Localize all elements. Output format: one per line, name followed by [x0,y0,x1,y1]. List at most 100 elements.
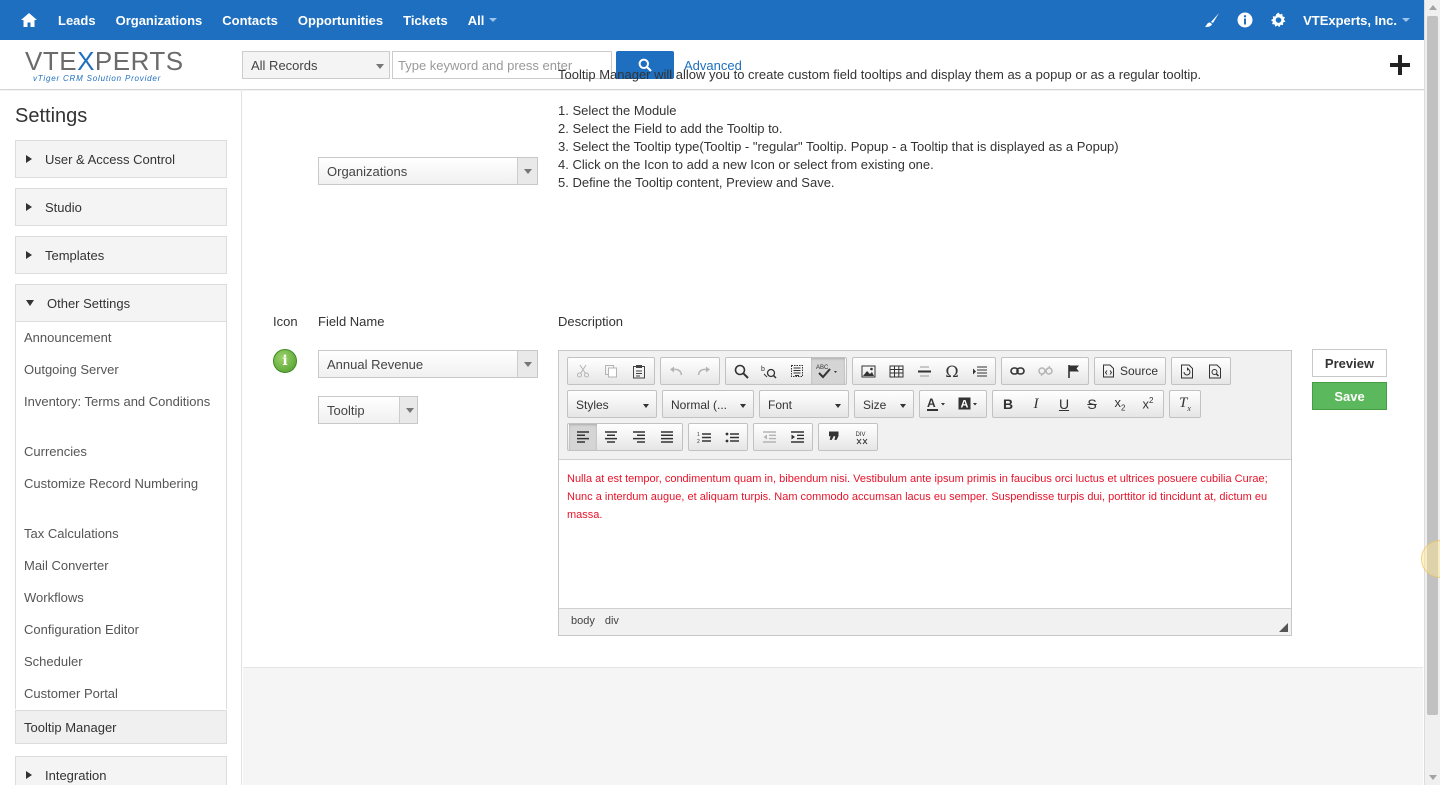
unlink-icon[interactable] [1031,358,1059,384]
chevron-down-icon [517,158,537,184]
description-editor: b ABC Ω Source Styles Normal (... Font S… [558,350,1292,636]
tooltip-type-select[interactable]: Tooltip [318,396,418,424]
sidebar-item-announcement[interactable]: Announcement [16,321,226,353]
sidebar-item-mail-converter[interactable]: Mail Converter [16,549,226,581]
gear-icon[interactable] [1267,9,1289,31]
align-right-icon[interactable] [625,424,653,450]
format-dropdown[interactable]: Normal (... [662,390,754,418]
caret-right-icon [26,251,32,259]
remove-format-icon[interactable]: Tx [1171,391,1199,417]
section-user-access-control[interactable]: User & Access Control [15,140,227,178]
format-label: Normal (... [671,398,728,412]
scroll-up-icon[interactable] [1429,5,1437,10]
blockquote-icon[interactable]: ❞ [820,424,848,452]
copy-icon[interactable] [597,358,625,384]
anchor-flag-icon[interactable] [1059,358,1087,384]
vertical-scrollbar[interactable] [1424,0,1440,785]
nav-all-menu[interactable]: All [468,13,498,28]
horizontal-line-icon[interactable] [910,358,938,384]
sidebar-item-inventory-terms[interactable]: Inventory: Terms and Conditions [16,385,226,435]
select-all-icon[interactable] [783,358,811,384]
size-dropdown[interactable]: Size [854,390,914,418]
indent-icon[interactable] [783,424,811,450]
sidebar-item-outgoing-server[interactable]: Outgoing Server [16,353,226,385]
underline-icon[interactable]: U [1050,391,1078,417]
replace-icon[interactable]: b [755,358,783,384]
paintbrush-icon[interactable] [1201,9,1223,31]
nav-tickets[interactable]: Tickets [403,13,448,28]
redo-icon[interactable] [690,358,718,384]
templates-icon[interactable] [1173,358,1201,384]
svg-text:2: 2 [697,439,700,444]
superscript-icon[interactable]: x2 [1134,391,1162,417]
background-color-icon[interactable]: A [953,391,985,417]
sidebar-item-scheduler[interactable]: Scheduler [16,645,226,677]
table-icon[interactable] [882,358,910,384]
resize-handle-icon[interactable] [1279,623,1288,632]
subscript-icon[interactable]: x2 [1106,391,1134,417]
find-icon[interactable] [727,358,755,384]
sidebar-item-customer-portal[interactable]: Customer Portal [16,677,226,709]
save-button[interactable]: Save [1312,382,1387,410]
module-select[interactable]: Organizations [318,157,538,185]
undo-icon[interactable] [662,358,690,384]
spellcheck-icon[interactable]: ABC [811,358,845,384]
records-select[interactable]: All Records [242,51,390,79]
preview-icon[interactable] [1201,358,1229,384]
sidebar-item-tax-calculations[interactable]: Tax Calculations [16,517,226,549]
nav-opportunities[interactable]: Opportunities [298,13,383,28]
paste-icon[interactable] [625,358,653,384]
sidebar-item-currencies[interactable]: Currencies [16,435,226,467]
sidebar-item-configuration-editor[interactable]: Configuration Editor [16,613,226,645]
italic-icon[interactable]: I [1022,391,1050,417]
align-center-icon[interactable] [597,424,625,450]
strikethrough-icon[interactable]: S [1078,391,1106,417]
section-studio[interactable]: Studio [15,188,227,226]
sidebar-item-workflows[interactable]: Workflows [16,581,226,613]
section-label: Studio [45,199,82,215]
chevron-down-icon [517,351,537,377]
text-color-icon[interactable]: A [921,391,953,417]
tooltip-type-select-value: Tooltip [327,403,365,418]
section-integration[interactable]: Integration [15,756,227,785]
company-logo[interactable]: VTEXPERTS vTiger CRM Solution Provider [25,48,185,84]
sidebar-item-customize-record-numbering[interactable]: Customize Record Numbering [16,467,226,517]
styles-dropdown[interactable]: Styles [567,390,657,418]
info-icon[interactable] [1234,9,1256,31]
preview-button[interactable]: Preview [1312,349,1387,377]
source-button[interactable]: Source [1096,358,1164,384]
nav-all-label: All [467,12,485,28]
section-templates[interactable]: Templates [15,236,227,274]
nav-leads[interactable]: Leads [58,13,96,28]
path-div[interactable]: div [605,615,619,627]
intro-text: Tooltip Manager will allow you to create… [558,67,1202,82]
bulleted-list-icon[interactable] [718,424,746,450]
home-icon[interactable] [0,0,58,40]
font-dropdown[interactable]: Font [759,390,849,418]
user-menu[interactable]: VTExperts, Inc. [1303,13,1410,28]
sidebar-item-tooltip-manager[interactable]: Tooltip Manager [15,710,227,744]
path-body[interactable]: body [571,615,595,627]
link-icon[interactable] [1003,358,1031,384]
image-icon[interactable] [854,358,882,384]
create-div-icon[interactable]: DIV [848,424,876,450]
special-character-icon[interactable]: Ω [938,358,966,384]
section-label: Other Settings [47,295,131,311]
numbered-list-icon[interactable]: 12 [690,424,718,450]
add-icon[interactable] [1388,53,1412,77]
editor-content-area[interactable]: Nulla at est tempor, condimentum quam in… [559,459,1291,609]
svg-text:A: A [927,396,936,410]
scrollbar-thumb[interactable] [1427,16,1438,715]
field-name-select[interactable]: Annual Revenue [318,350,538,378]
scroll-down-icon[interactable] [1429,775,1437,780]
tooltip-info-icon[interactable]: i [273,349,297,373]
outdent-icon[interactable] [755,424,783,450]
nav-contacts[interactable]: Contacts [222,13,278,28]
align-left-icon[interactable] [569,424,597,450]
align-justify-icon[interactable] [653,424,681,450]
cut-icon[interactable] [569,358,597,384]
bold-icon[interactable]: B [994,391,1022,417]
page-break-icon[interactable] [966,358,994,384]
section-other-settings[interactable]: Other Settings [15,284,227,322]
nav-organizations[interactable]: Organizations [116,13,203,28]
